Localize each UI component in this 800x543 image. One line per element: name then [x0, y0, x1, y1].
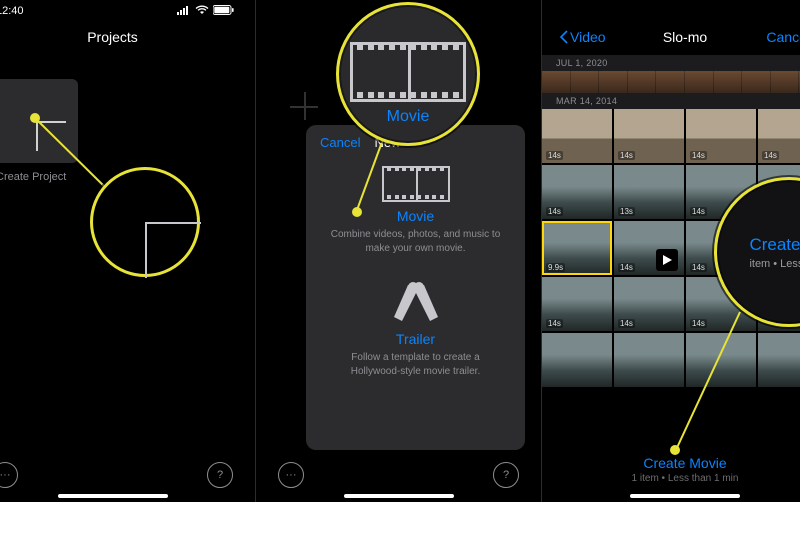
trailer-option-label: Trailer	[396, 331, 435, 347]
help-button[interactable]: ?	[493, 462, 519, 488]
home-indicator	[344, 494, 454, 498]
trailer-option-desc: Follow a template to create a Hollywood-…	[326, 351, 506, 378]
help-button[interactable]: ?	[207, 462, 233, 488]
more-button[interactable]: ···	[0, 462, 18, 488]
screen-media-picker: Video Slo-mo Cancel JUL 1, 2020 MAR 14, …	[542, 0, 800, 502]
spotlights-icon	[384, 277, 448, 325]
screen-projects: 12:40 Projects Create Projec	[0, 0, 256, 502]
more-button[interactable]: ···	[278, 462, 304, 488]
magnifier-plus	[90, 167, 200, 277]
home-indicator	[58, 494, 168, 498]
magnifier-movie: Movie	[336, 2, 480, 146]
screen-new-project: Movie Cancel New Movie Combine videos, p…	[256, 0, 542, 502]
option-trailer[interactable]: Trailer Follow a template to create a Ho…	[320, 277, 511, 378]
create-movie-label: Create Movie	[749, 235, 800, 255]
filmstrip-icon	[350, 42, 466, 102]
create-movie-meta: item • Less than 1 m	[749, 258, 800, 270]
movie-label: Movie	[387, 108, 430, 126]
